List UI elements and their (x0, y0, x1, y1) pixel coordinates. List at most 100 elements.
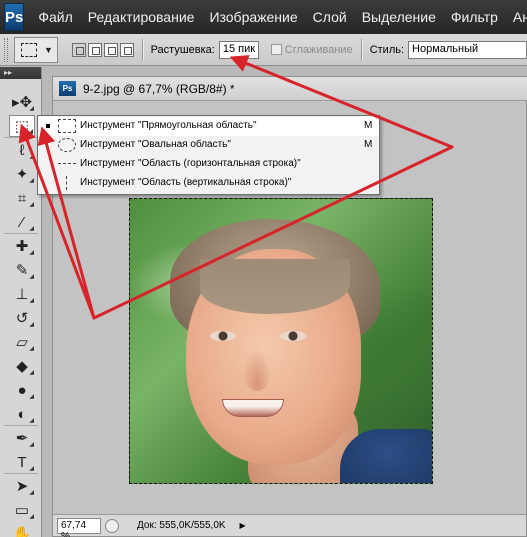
flyout-item-ellipse-marquee[interactable]: Инструмент "Овальная область" M (38, 136, 379, 155)
single-column-marquee-icon (66, 176, 67, 190)
flyout-indicator-icon: ◢ (29, 298, 34, 304)
photo-shirt (340, 429, 432, 483)
selection-mode-group (71, 42, 134, 57)
chevron-down-icon: ▼ (43, 44, 53, 55)
toolbox-header[interactable]: ▸▸ (0, 67, 41, 79)
selected-bullet-icon (46, 124, 50, 128)
path-selection-tool-icon[interactable]: ➤ ◢ (9, 475, 35, 497)
feather-input[interactable]: 15 пик (218, 40, 259, 59)
toolbox-divider (4, 425, 38, 426)
history-brush-tool-icon[interactable]: ↺ ◢ (9, 307, 35, 329)
menu-select[interactable]: Выделение (362, 9, 436, 25)
flyout-item-label: Инструмент "Прямоугольная область" (80, 120, 257, 131)
flyout-indicator-icon: ◢ (29, 226, 34, 232)
flyout-indicator-icon: ◢ (29, 202, 34, 208)
type-tool-icon[interactable]: T ◢ (9, 451, 35, 473)
flyout-indicator-icon: ◢ (29, 322, 34, 328)
photoshop-doc-icon: Ps (59, 81, 76, 96)
photo-canvas[interactable] (129, 198, 433, 484)
flyout-item-row-marquee[interactable]: Инструмент "Область (горизонтальная стро… (38, 155, 379, 174)
photo-eye (210, 331, 236, 341)
flyout-indicator-icon: ◢ (29, 178, 34, 184)
flyout-indicator-icon: ◢ (28, 129, 33, 135)
menu-analysis[interactable]: Анализ (513, 9, 527, 25)
marquee-tool-flyout: Инструмент "Прямоугольная область" M Инс… (37, 115, 380, 195)
antialias-checkbox[interactable] (270, 44, 282, 55)
toolbox-divider (4, 137, 38, 138)
lasso-tool-icon[interactable]: ℓ ◢ (9, 139, 35, 161)
toolbox: ▸▸ ▸✥ ◢ ⬚ ◢ ℓ ◢ ✦ ◢ ⌗ ◢ ⁄ ◢ ✚ ◢ ✎ ◢ ⊥ ◢ ↺ ◢ ▱ ◢ ◆ ◢ ● ◢ ◐ ◢ ✒ ◢ T ◢ ➤ ◢ ▭ ◢… (0, 67, 42, 537)
document-info: Док: 555,0K/555,0K (137, 520, 226, 531)
flyout-item-column-marquee[interactable]: Инструмент "Область (вертикальная строка… (38, 174, 379, 193)
rect-marquee-icon (58, 119, 76, 133)
flyout-item-label: Инструмент "Овальная область" (80, 139, 231, 150)
divider (360, 38, 362, 61)
add-to-selection-button[interactable] (87, 42, 102, 57)
status-info-icon[interactable] (105, 518, 119, 533)
single-row-marquee-icon (58, 163, 76, 164)
healing-brush-tool-icon[interactable]: ✚ ◢ (9, 235, 35, 257)
flyout-item-shortcut: M (364, 120, 373, 131)
ellipse-marquee-icon (58, 138, 76, 152)
blur-tool-icon[interactable]: ● ◢ (9, 379, 35, 401)
new-selection-button[interactable] (71, 42, 86, 57)
flyout-indicator-icon: ◢ (29, 466, 34, 472)
divider (141, 38, 143, 61)
photo-mouth (222, 399, 284, 417)
marquee-tool-icon[interactable]: ⬚ ◢ (9, 115, 35, 137)
flyout-indicator-icon: ◢ (29, 394, 34, 400)
flyout-indicator-icon: ◢ (29, 274, 34, 280)
magic-wand-tool-icon[interactable]: ✦ ◢ (9, 163, 35, 185)
document-tab[interactable]: Ps 9-2.jpg @ 67,7% (RGB/8#) * (53, 77, 527, 101)
flyout-indicator-icon: ◢ (29, 250, 34, 256)
style-label: Стиль: (369, 43, 405, 56)
subtract-from-selection-button[interactable] (103, 42, 118, 57)
toolbox-divider (4, 473, 38, 474)
flyout-indicator-icon: ◢ (29, 370, 34, 376)
toolbox-divider (4, 233, 38, 234)
flyout-indicator-icon: ◢ (29, 490, 34, 496)
clone-stamp-tool-icon[interactable]: ⊥ ◢ (9, 283, 35, 305)
options-bar: ▼ Растушевка: 15 пик Сглаживание Стиль: … (0, 34, 527, 66)
menu-file[interactable]: Файл (38, 9, 72, 25)
feather-label: Растушевка: (150, 43, 215, 56)
status-menu-arrow-icon[interactable]: ▶ (240, 521, 246, 530)
menu-layer[interactable]: Слой (313, 9, 347, 25)
flyout-indicator-icon: ◢ (29, 418, 34, 424)
hand-tool-icon[interactable]: ✋◢ (9, 523, 35, 537)
menu-bar: Ps Файл Редактирование Изображение Слой … (0, 0, 527, 34)
flyout-indicator-icon: ◢ (29, 442, 34, 448)
flyout-indicator-icon: ◢ (29, 106, 34, 112)
flyout-item-label: Инструмент "Область (вертикальная строка… (80, 177, 292, 188)
paint-bucket-tool-icon[interactable]: ◆ ◢ (9, 355, 35, 377)
flyout-item-label: Инструмент "Область (горизонтальная стро… (80, 158, 301, 169)
dodge-tool-icon[interactable]: ◐ ◢ (9, 403, 35, 425)
options-bar-grip[interactable] (4, 37, 8, 62)
flyout-indicator-icon: ◢ (29, 514, 34, 520)
photo-nose (242, 349, 272, 391)
intersect-selection-button[interactable] (119, 42, 134, 57)
menu-edit[interactable]: Редактирование (88, 9, 195, 25)
shape-tool-icon[interactable]: ▭ ◢ (9, 499, 35, 521)
style-select[interactable]: Нормальный (408, 40, 527, 59)
pen-tool-icon[interactable]: ✒ ◢ (9, 427, 35, 449)
brush-tool-icon[interactable]: ✎ ◢ (9, 259, 35, 281)
flyout-indicator-icon: ◢ (29, 346, 34, 352)
eraser-tool-icon[interactable]: ▱ ◢ (9, 331, 35, 353)
flyout-indicator-icon: ◢ (29, 154, 34, 160)
menu-filter[interactable]: Фильтр (451, 9, 498, 25)
status-bar: 67,74 % Док: 555,0K/555,0K ▶ (53, 514, 526, 537)
move-tool-icon[interactable]: ▸✥ ◢ (9, 91, 35, 113)
antialias-label: Сглаживание (284, 43, 353, 56)
zoom-field[interactable]: 67,74 % (57, 517, 101, 537)
flyout-item-rect-marquee[interactable]: Инструмент "Прямоугольная область" M (38, 117, 379, 136)
flyout-item-shortcut: M (364, 139, 373, 150)
tool-preset-picker[interactable]: ▼ (13, 36, 58, 63)
eyedropper-tool-icon[interactable]: ⁄ ◢ (9, 211, 35, 233)
document-title: 9-2.jpg @ 67,7% (RGB/8#) * (83, 81, 235, 96)
menu-image[interactable]: Изображение (209, 9, 297, 25)
photo-eye (280, 331, 306, 341)
photoshop-logo-icon[interactable]: Ps (4, 3, 25, 31)
rect-marquee-icon (20, 42, 37, 57)
crop-tool-icon[interactable]: ⌗ ◢ (9, 187, 35, 209)
